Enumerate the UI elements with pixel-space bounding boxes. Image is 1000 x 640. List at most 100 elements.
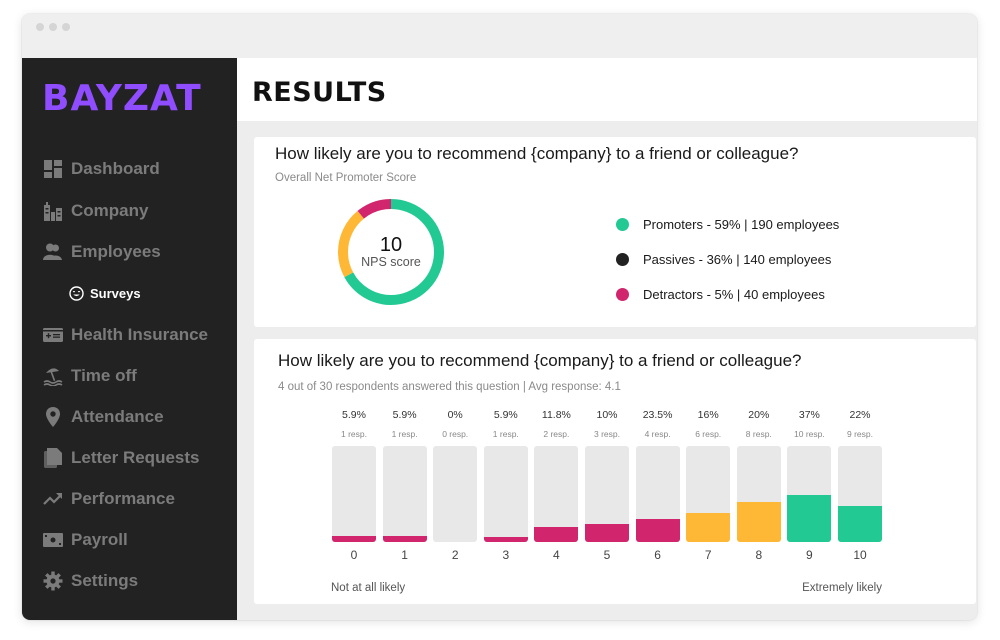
sidebar-item-payroll[interactable]: Payroll: [43, 527, 128, 553]
sidebar-item-settings[interactable]: Settings: [43, 568, 138, 594]
sidebar-item-attendance[interactable]: Attendance: [43, 404, 164, 430]
bar-category-label: 7: [704, 548, 712, 562]
legend-item-promoters: Promoters - 59% | 190 employees: [616, 207, 839, 242]
bar-track: [534, 446, 579, 542]
employees-icon: [43, 242, 63, 262]
sidebar-item-label: Health Insurance: [71, 325, 208, 344]
page-header: RESULTS: [237, 58, 977, 121]
sidebar-item-label: Letter Requests: [71, 448, 200, 467]
bar-category-label: 1: [401, 548, 408, 562]
bar-fill-7: [686, 513, 731, 542]
sidebar: BAYZAT Dashboard Company Employees Surve…: [22, 58, 237, 620]
sidebar-item-label: Attendance: [71, 407, 164, 426]
bar-responses-label: 1 resp.: [391, 429, 418, 439]
sidebar-item-health-insurance[interactable]: Health Insurance: [43, 322, 208, 348]
bar-responses-label: 0 resp.: [442, 429, 469, 439]
bar-fill-4: [534, 526, 579, 542]
dashboard-icon: [43, 159, 63, 179]
nps-score-label: NPS score: [361, 254, 421, 269]
settings-icon: [43, 571, 63, 591]
window-controls: [36, 23, 70, 31]
bar-track: [686, 446, 731, 542]
bar-category-label: 0: [350, 548, 358, 562]
nps-score-value: 10: [379, 233, 403, 256]
nps-legend: Promoters - 59% | 190 employees Passives…: [616, 207, 839, 312]
sidebar-item-surveys[interactable]: Surveys: [68, 280, 141, 306]
company-icon: [43, 201, 63, 221]
bar-track: [332, 446, 376, 542]
bar-fill-9: [787, 494, 832, 542]
passives-dot-icon: [616, 253, 629, 266]
bar-percent-label: 23.5%: [642, 409, 673, 421]
bar-track: [838, 446, 882, 542]
bar-category-label: 9: [806, 548, 813, 562]
sidebar-item-time-off[interactable]: Time off: [43, 363, 137, 389]
legend-text: Detractors - 5% | 40 employees: [643, 287, 825, 302]
bar-category-label: 3: [502, 548, 510, 562]
bar-responses-label: 10 resp.: [794, 429, 825, 439]
payroll-icon: [43, 530, 63, 550]
sidebar-item-label: Dashboard: [71, 159, 160, 178]
bar-track: [635, 446, 680, 542]
sidebar-item-label: Payroll: [71, 530, 128, 549]
sidebar-item-letter-requests[interactable]: Letter Requests: [43, 445, 199, 471]
title-bar: [22, 14, 977, 58]
bar-percent-label: 10%: [596, 409, 618, 421]
bar-fill-5: [585, 523, 629, 542]
window-dot[interactable]: [49, 23, 57, 31]
sidebar-item-label: Time off: [71, 366, 137, 385]
promoters-dot-icon: [616, 218, 629, 231]
legend-item-detractors: Detractors - 5% | 40 employees: [616, 277, 839, 312]
bar-percent-label: 16%: [697, 409, 719, 421]
nps-card: How likely are you to recommend {company…: [254, 137, 976, 327]
bar-responses-label: 8 resp.: [745, 429, 772, 439]
bar-percent-label: 5.9%: [342, 409, 366, 421]
bar-responses-label: 9 resp.: [847, 429, 873, 439]
bar-percent-label: 0%: [447, 409, 463, 421]
brand-logo[interactable]: BAYZAT: [42, 78, 202, 119]
letter-requests-icon: [43, 448, 63, 468]
attendance-icon: [43, 407, 63, 427]
legend-item-passives: Passives - 36% | 140 employees: [616, 242, 839, 277]
bar-category-label: 8: [755, 548, 763, 562]
sidebar-item-dashboard[interactable]: Dashboard: [43, 156, 160, 182]
sidebar-item-performance[interactable]: Performance: [43, 486, 175, 512]
bar-percent-label: 20%: [748, 409, 770, 421]
response-distribution-chart: 5.9% 1 resp. 0 5.9% 1 resp. 1 0% 0 resp. 2 5.9% 1 …: [254, 339, 976, 604]
bar-track: [787, 446, 832, 542]
bar-responses-label: 6 resp.: [695, 429, 722, 439]
sidebar-item-company[interactable]: Company: [43, 198, 148, 224]
bar-fill-0: [332, 536, 376, 542]
bar-responses-label: 1 resp.: [341, 429, 367, 439]
detractors-dot-icon: [616, 288, 629, 301]
scale-high-label: Extremely likely: [802, 582, 882, 594]
bar-fill-3: [483, 537, 528, 542]
main-content: RESULTS How likely are you to recommend …: [237, 58, 977, 620]
window-dot[interactable]: [36, 23, 44, 31]
bar-category-label: 4: [553, 548, 560, 562]
distribution-card: How likely are you to recommend {company…: [254, 339, 976, 604]
bar-track: [585, 446, 629, 542]
bar-percent-label: 5.9%: [493, 409, 518, 421]
sidebar-item-label: Performance: [71, 489, 175, 508]
scale-low-label: Not at all likely: [331, 582, 406, 594]
bar-percent-label: 11.8%: [541, 409, 571, 421]
bar-fill-1: [382, 536, 427, 542]
app-window: BAYZAT Dashboard Company Employees Surve…: [22, 14, 977, 620]
bar-fill-6: [635, 518, 680, 542]
legend-text: Passives - 36% | 140 employees: [643, 252, 832, 267]
bar-track: [433, 446, 478, 542]
bar-fill-10: [838, 505, 882, 542]
bar-category-label: 6: [654, 548, 661, 562]
nps-subtitle: Overall Net Promoter Score: [275, 172, 417, 184]
bar-responses-label: 3 resp.: [594, 429, 620, 439]
sidebar-item-label: Settings: [71, 571, 139, 590]
bar-track: [382, 446, 427, 542]
health-insurance-icon: [43, 325, 63, 345]
legend-text: Promoters - 59% | 190 employees: [643, 217, 840, 232]
window-dot[interactable]: [62, 23, 70, 31]
surveys-icon: [68, 285, 84, 301]
time-off-icon: [43, 366, 63, 386]
sidebar-item-label: Surveys: [90, 285, 141, 301]
sidebar-item-employees[interactable]: Employees: [43, 239, 161, 265]
